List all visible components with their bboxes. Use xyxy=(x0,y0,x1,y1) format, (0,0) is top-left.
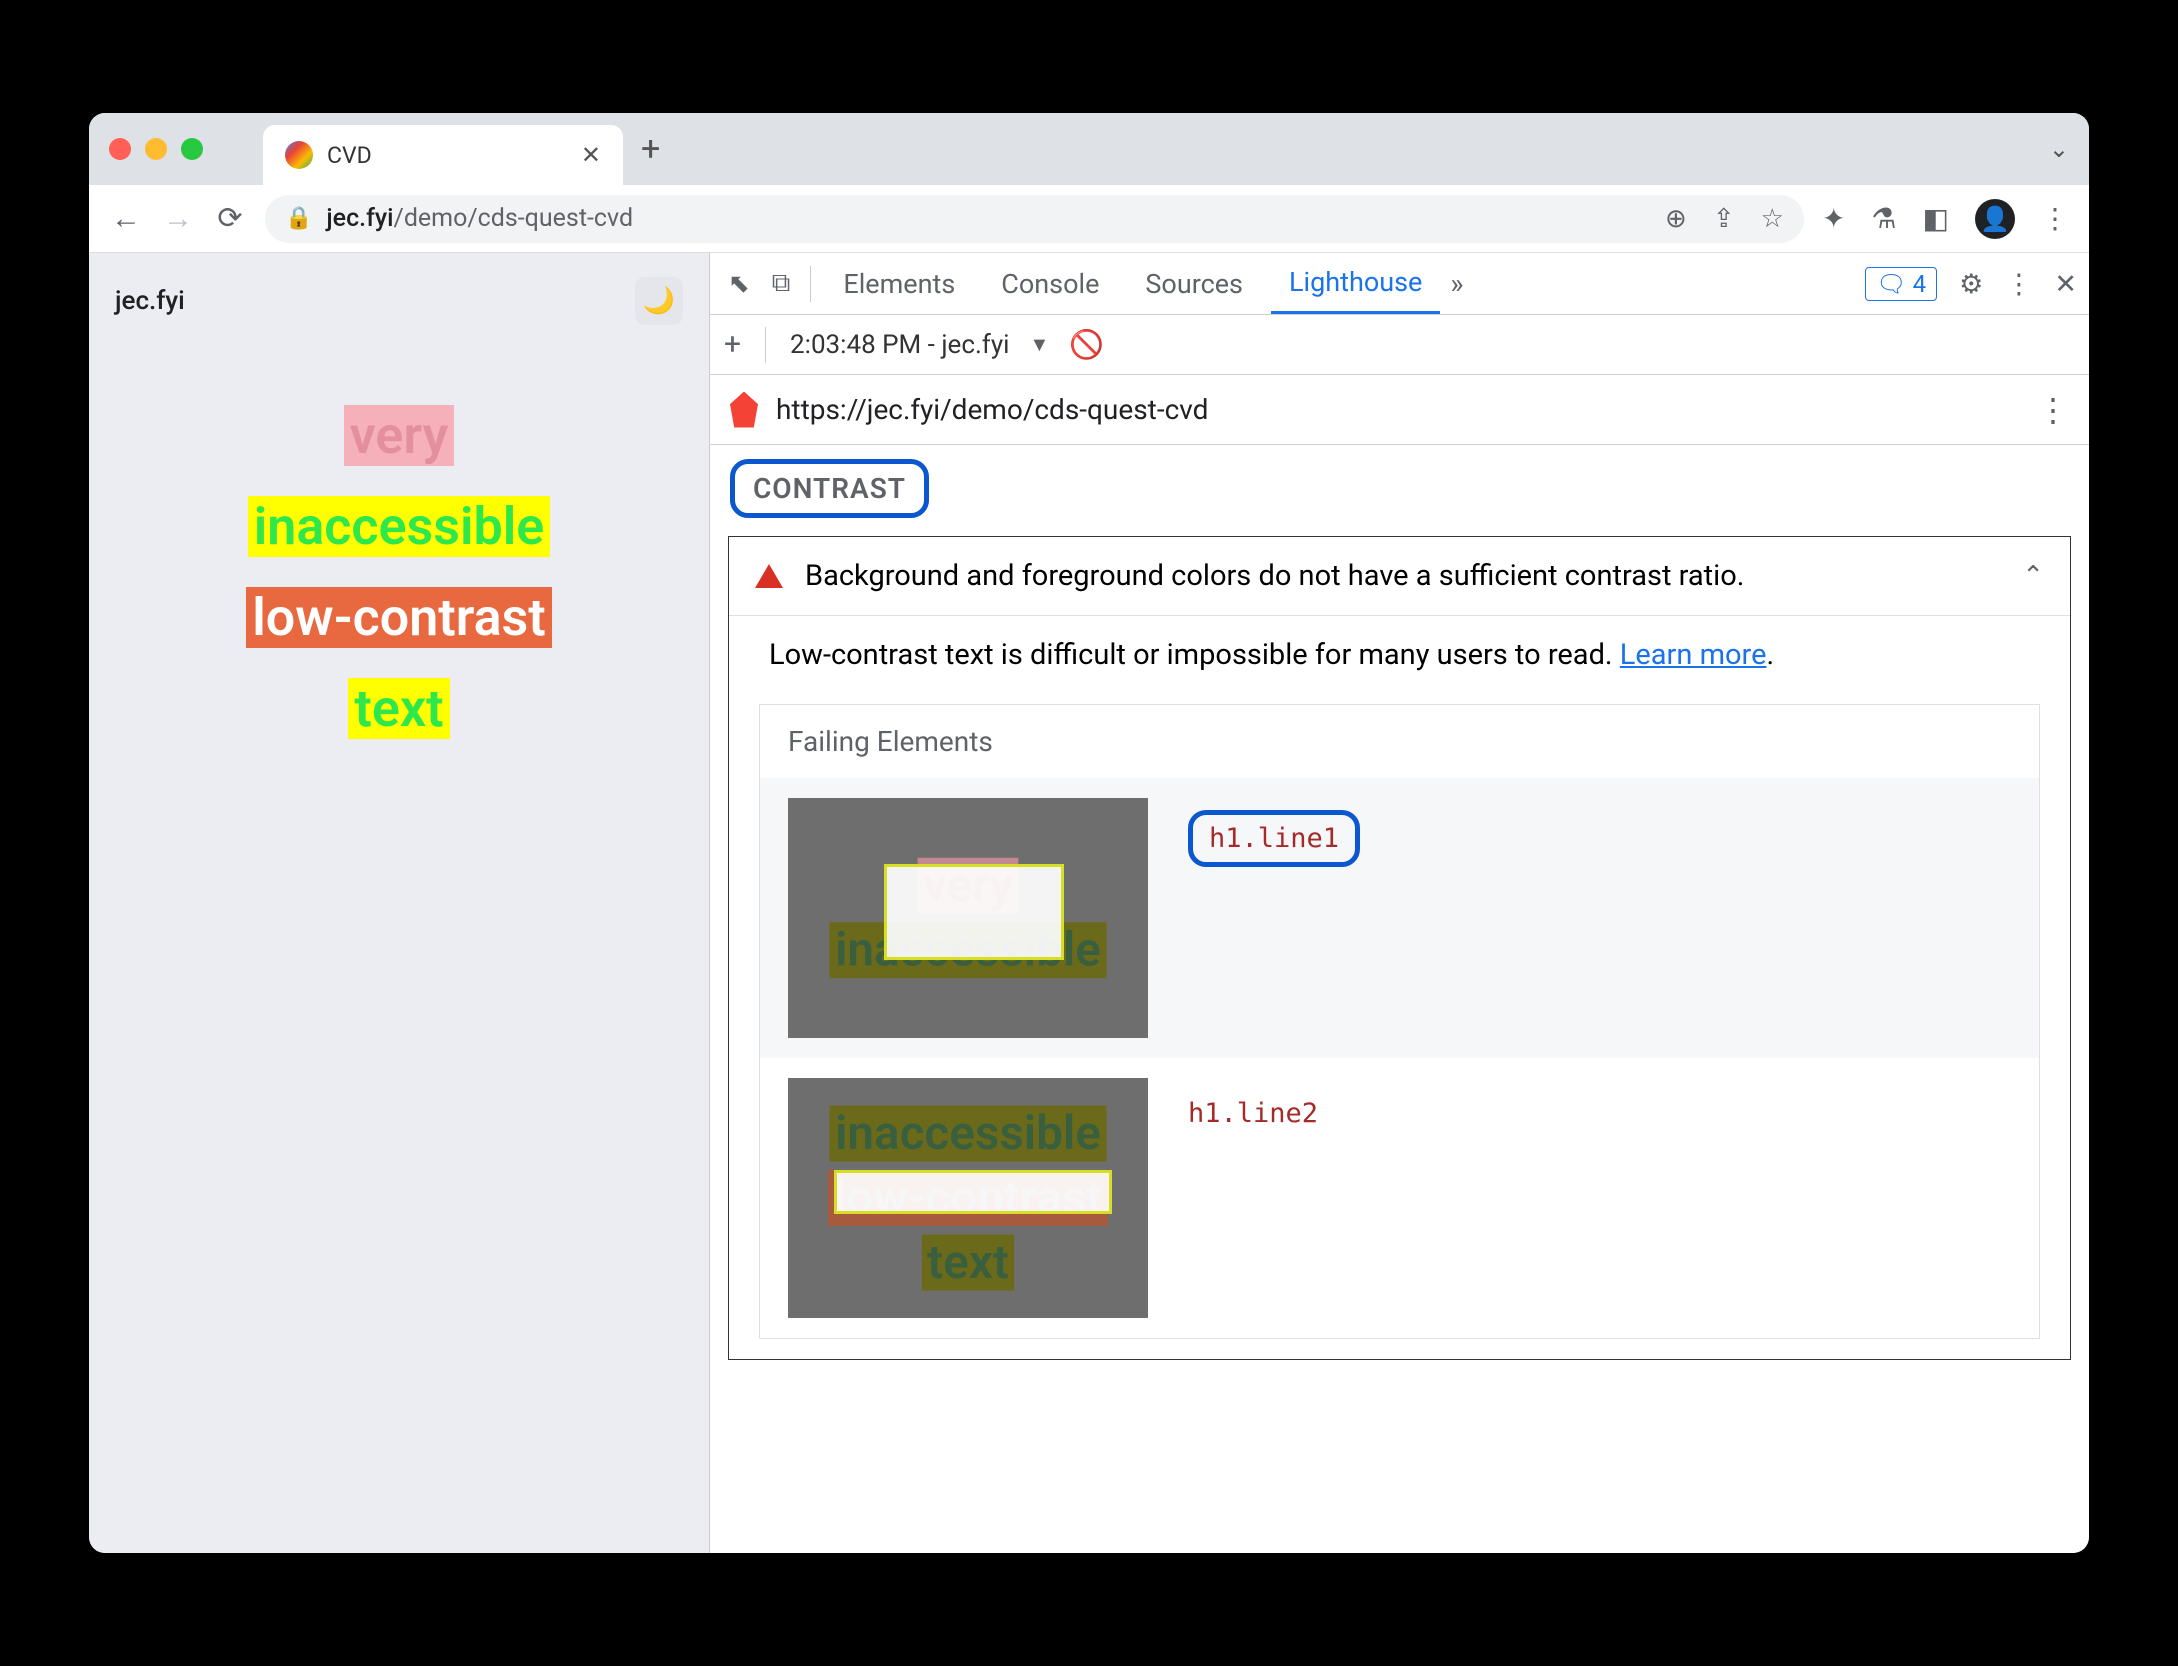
devtools-panel: ⬉ ⧉ Elements Console Sources Lighthouse … xyxy=(709,253,2089,1553)
clear-report-icon[interactable]: 🚫 xyxy=(1069,328,1104,361)
tab-sources[interactable]: Sources xyxy=(1127,253,1261,314)
kebab-menu-icon[interactable]: ⋮ xyxy=(2005,268,2032,300)
dropdown-caret-icon[interactable]: ▼ xyxy=(1029,332,1049,357)
failing-row[interactable]: very inaccessible h1.line1 xyxy=(760,778,2039,1058)
tab-console[interactable]: Console xyxy=(983,253,1117,314)
highlight-box xyxy=(834,1170,1112,1214)
report-url: https://jec.fyi/demo/cds-quest-cvd xyxy=(776,393,1208,426)
forward-button[interactable]: → xyxy=(161,201,195,236)
element-thumbnail: inaccessible low-contrast text xyxy=(788,1078,1148,1318)
theme-toggle-button[interactable]: 🌙 xyxy=(635,277,683,325)
separator xyxy=(810,266,811,302)
audit-title: Background and foreground colors do not … xyxy=(805,559,1744,593)
tab-favicon-icon xyxy=(285,141,313,169)
audit-card: Background and foreground colors do not … xyxy=(728,536,2071,1360)
demo-text-line2: inaccessible xyxy=(248,496,550,557)
devtools-tab-bar: ⬉ ⧉ Elements Console Sources Lighthouse … xyxy=(710,253,2089,315)
tab-lighthouse[interactable]: Lighthouse xyxy=(1271,253,1440,314)
tab-close-icon[interactable]: ✕ xyxy=(581,141,601,169)
page-viewport: jec.fyi 🌙 very inaccessible low-contrast… xyxy=(89,253,709,1553)
failing-elements-panel: Failing Elements very inaccessible h1.li… xyxy=(759,704,2040,1339)
tab-list-dropdown-icon[interactable]: ⌄ xyxy=(2049,135,2069,163)
lighthouse-subbar: + 2:03:48 PM - jec.fyi ▼ 🚫 xyxy=(710,315,2089,375)
moon-icon: 🌙 xyxy=(643,286,675,316)
back-button[interactable]: ← xyxy=(109,201,143,236)
sidepanel-icon[interactable]: ◧ xyxy=(1923,202,1949,235)
profile-avatar[interactable]: 👤 xyxy=(1975,199,2015,239)
learn-more-link[interactable]: Learn more xyxy=(1620,638,1767,672)
content-area: jec.fyi 🌙 very inaccessible low-contrast… xyxy=(89,253,2089,1553)
report-menu-icon[interactable]: ⋮ xyxy=(2037,391,2069,429)
lighthouse-logo-icon xyxy=(730,392,758,428)
audit-description: Low-contrast text is difficult or imposs… xyxy=(729,616,2070,694)
report-dropdown[interactable]: 2:03:48 PM - jec.fyi xyxy=(790,330,1009,360)
period: . xyxy=(1767,638,1775,672)
warning-triangle-icon xyxy=(755,564,783,588)
share-icon[interactable]: ⇪ xyxy=(1713,204,1735,234)
menu-icon[interactable]: ⋮ xyxy=(2041,202,2069,235)
reload-button[interactable]: ⟳ xyxy=(213,201,247,236)
labs-icon[interactable]: ⚗ xyxy=(1871,202,1896,235)
feedback-icon: 🗨 xyxy=(1876,270,1906,298)
page-content: very inaccessible low-contrast text xyxy=(109,355,689,739)
devtools-right-actions: 🗨 4 ⚙ ⋮ ✕ xyxy=(1865,267,2077,301)
browser-tab[interactable]: CVD ✕ xyxy=(263,125,623,185)
page-site-label: jec.fyi xyxy=(115,286,185,316)
failing-row[interactable]: inaccessible low-contrast text h1.line2 xyxy=(760,1058,2039,1338)
element-selector[interactable]: h1.line1 xyxy=(1188,810,1360,867)
tab-title: CVD xyxy=(327,142,567,169)
url-path: /demo/cds-quest-cvd xyxy=(394,204,634,233)
address-bar[interactable]: 🔒 jec.fyi/demo/cds-quest-cvd ⊕ ⇪ ☆ xyxy=(265,195,1804,243)
window-maximize-button[interactable] xyxy=(181,138,203,160)
new-report-button[interactable]: + xyxy=(724,327,741,362)
audit-description-text: Low-contrast text is difficult or imposs… xyxy=(769,638,1620,672)
more-tabs-icon[interactable]: » xyxy=(1450,267,1463,300)
report-label: 2:03:48 PM - jec.fyi xyxy=(790,330,1009,360)
search-icon[interactable]: ⊕ xyxy=(1665,204,1687,234)
toolbar: ← → ⟳ 🔒 jec.fyi/demo/cds-quest-cvd ⊕ ⇪ ☆… xyxy=(89,185,2089,253)
demo-text-line1: very xyxy=(344,405,455,466)
close-devtools-icon[interactable]: ✕ xyxy=(2054,268,2077,300)
window-minimize-button[interactable] xyxy=(145,138,167,160)
extensions-icon[interactable]: ✦ xyxy=(1822,202,1845,235)
feedback-button[interactable]: 🗨 4 xyxy=(1865,267,1937,301)
settings-icon[interactable]: ⚙ xyxy=(1959,268,1983,300)
window-close-button[interactable] xyxy=(109,138,131,160)
section-title-contrast: CONTRAST xyxy=(730,459,929,518)
lighthouse-body: CONTRAST Background and foreground color… xyxy=(710,445,2089,1553)
tab-elements[interactable]: Elements xyxy=(825,253,973,314)
lock-icon: 🔒 xyxy=(285,206,312,231)
page-header: jec.fyi 🌙 xyxy=(109,277,689,355)
collapse-caret-icon[interactable]: ⌃ xyxy=(2022,561,2044,591)
demo-text-line3: low-contrast xyxy=(246,587,551,648)
toolbar-actions: ✦ ⚗ ◧ 👤 ⋮ xyxy=(1822,199,2069,239)
traffic-lights xyxy=(109,138,203,160)
new-tab-button[interactable]: + xyxy=(641,129,660,169)
audit-header[interactable]: Background and foreground colors do not … xyxy=(729,537,2070,616)
tab-strip: CVD ✕ + ⌄ xyxy=(89,113,2089,185)
url-host: jec.fyi xyxy=(326,204,393,233)
lighthouse-url-bar: https://jec.fyi/demo/cds-quest-cvd ⋮ xyxy=(710,375,2089,445)
separator xyxy=(765,327,766,363)
failing-elements-title: Failing Elements xyxy=(760,705,2039,778)
element-thumbnail: very inaccessible xyxy=(788,798,1148,1038)
thumb-text: text xyxy=(922,1234,1015,1290)
highlight-box xyxy=(884,864,1064,960)
demo-text-line4: text xyxy=(348,678,449,739)
element-selector[interactable]: h1.line2 xyxy=(1188,1078,1318,1129)
device-toggle-icon[interactable]: ⧉ xyxy=(766,268,797,299)
inspect-icon[interactable]: ⬉ xyxy=(722,269,756,299)
bookmark-icon[interactable]: ☆ xyxy=(1761,204,1784,234)
thumb-text: inaccessible xyxy=(829,1106,1106,1162)
address-actions: ⊕ ⇪ ☆ xyxy=(1665,204,1784,234)
browser-window: CVD ✕ + ⌄ ← → ⟳ 🔒 jec.fyi/demo/cds-quest… xyxy=(89,113,2089,1553)
feedback-count: 4 xyxy=(1913,270,1927,298)
